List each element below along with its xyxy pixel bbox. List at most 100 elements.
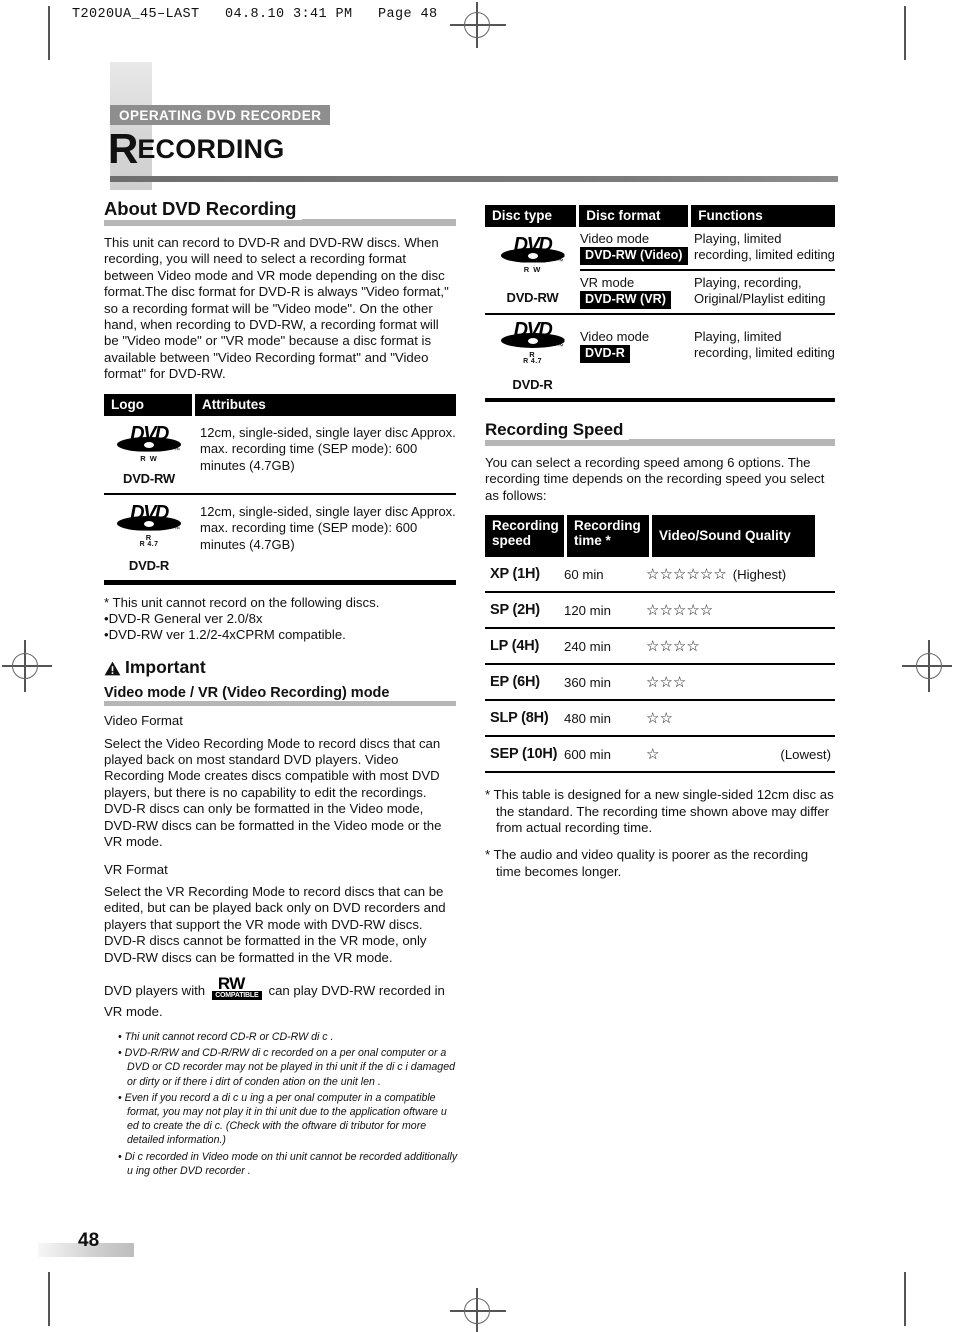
recording-speed-table: Recording speed Recording time * Video/S… [485, 515, 835, 774]
video-sound-quality-cell: ☆☆☆☆☆☆ (Highest) [646, 565, 835, 583]
rw-compatible-icon: RW COMPATIBLE [211, 973, 262, 1002]
registration-mark-left [12, 653, 38, 679]
logo-table-header-row: Logo Attributes [104, 393, 456, 416]
logo-table-bottom-rule [104, 579, 456, 585]
recording-time-cell: 60 min [564, 566, 604, 582]
functions-cell: Playing, limited recording, limited edit… [694, 329, 835, 360]
table-row: XP (1H) 60 min ☆☆☆☆☆☆ (Highest) [485, 557, 835, 594]
trademark-mark: ™ [174, 447, 180, 454]
dvd-logo-sub2: R 4.7 [139, 540, 159, 548]
important-text: Important [125, 657, 206, 678]
mode-label: Video mode [580, 329, 650, 344]
star-rating-icon: ☆☆☆ [646, 674, 687, 692]
table-row: Video mode DVD-RW (Video) Playing, limit… [580, 227, 835, 269]
chapter-dropcap: R [108, 125, 138, 172]
recording-speed-cell: EP (6H) [490, 674, 540, 691]
dvd-rw-logo-cell: DVD ™ R W DVD-RW [485, 227, 580, 313]
functions-column-header: Functions [691, 205, 836, 227]
video-sound-quality-cell: ☆☆☆☆☆ [646, 601, 835, 619]
video-sound-quality-cell: ☆☆☆☆ [646, 637, 835, 655]
dvd-disc-hole [527, 338, 538, 344]
format-badge: DVD-R [580, 345, 630, 363]
page-title: RECORDING [108, 128, 284, 170]
disc-format-column-header: Disc format [579, 205, 689, 227]
list-item: • Thi unit cannot record CD-R or CD-RW d… [118, 1031, 334, 1043]
dvd-disc-icon: DVD ™ R R 4.7 [117, 503, 181, 548]
table-note: * The audio and video quality is poorer … [485, 847, 809, 879]
star-rating-icon: ☆ [646, 746, 660, 764]
crop-mark-bottom-left-v [48, 1272, 50, 1326]
dvd-disc-hole [144, 520, 154, 527]
format-badge: DVD-RW (VR) [580, 291, 671, 309]
disc-type-column-header: Disc type [485, 205, 577, 227]
recording-time-cell: 480 min [564, 710, 611, 726]
star-rating-icon: ☆☆ [646, 710, 673, 728]
disc-format-rows: Video mode DVD-R Playing, limited record… [580, 315, 835, 398]
section-badge: OPERATING DVD RECORDER [110, 105, 331, 125]
dvd-r-logo-cell: DVD ™ R R 4.7 DVD-R [485, 315, 580, 398]
video-vr-mode-subheading: Video mode / VR (Video Recording) mode [104, 685, 456, 707]
logo-caption: DVD-R [128, 557, 170, 573]
file-header-text: T2020UA_45–LAST 04.8.10 3:41 PM Page 48 [72, 7, 438, 22]
dvd-logo-sub2: R 4.7 [523, 358, 542, 365]
video-sound-quality-column-header: Video/Sound Quality [652, 515, 815, 558]
vr-format-body: Select the VR Recording Mode to record d… [104, 883, 446, 965]
table-row: SLP (8H) 480 min ☆☆ [485, 701, 835, 738]
quality-note: (Lowest) [780, 746, 831, 762]
star-rating-icon: ☆☆☆☆ [646, 638, 700, 656]
video-sound-quality-cell: ☆☆ [646, 709, 835, 727]
recording-time-column-header: Recording time * [567, 515, 649, 558]
list-item: •DVD-RW ver 1.2/2-4xCPRM compatible. [104, 627, 346, 643]
table-row: LP (4H) 240 min ☆☆☆☆ [485, 629, 835, 666]
trademark-mark: ™ [557, 344, 564, 350]
rw-logo-bottom: COMPATIBLE [211, 990, 262, 1000]
registration-mark-right [916, 653, 942, 679]
table-row: DVD ™ R R 4.7 DVD-R 12cm, single-sided, … [104, 495, 456, 580]
footnote-block: • Thi unit cannot record CD-R or CD-RW d… [118, 1030, 458, 1180]
recording-speed-cell: SEP (10H) [490, 746, 558, 763]
right-column: Disc type Disc format Functions DVD ™ R … [485, 205, 836, 891]
trademark-mark: ™ [557, 258, 564, 265]
list-item: • Di c recorded in Video mode on thi uni… [118, 1150, 458, 1177]
speed-table-header-row: Recording speed Recording time * Video/S… [485, 515, 835, 558]
recording-speed-cell: LP (4H) [490, 638, 540, 655]
speed-table-body: XP (1H) 60 min ☆☆☆☆☆☆ (Highest) SP (2H) 120 m… [485, 557, 835, 774]
format-badge: DVD-RW (Video) [580, 247, 688, 265]
list-item: •DVD-R General ver 2.0/8x [104, 610, 263, 626]
chapter-title-rest: ECORDING [137, 134, 285, 164]
logo-caption: DVD-R [512, 377, 553, 392]
dvd-r-logo-cell: DVD ™ R R 4.7 DVD-R [104, 503, 194, 573]
crop-mark-bottom-right-v [904, 1272, 906, 1326]
recording-speed-heading: Recording Speed [485, 420, 835, 446]
left-column: About DVD Recording This unit can record… [104, 198, 456, 1033]
logo-column-header: Logo [104, 393, 192, 416]
rw-logo-top: RW [217, 973, 246, 993]
mode-label: VR mode [580, 275, 635, 290]
recording-speed-cell: XP (1H) [490, 566, 540, 583]
table-row: DVD ™ R W DVD-RW 12cm, single-sided, sin… [104, 416, 456, 495]
dvd-disc-icon: DVD ™ R W [500, 235, 565, 273]
table-row: EP (6H) 360 min ☆☆☆ [485, 665, 835, 702]
intro-paragraph: This unit can record to DVD-R and DVD-RW… [104, 235, 449, 382]
attributes-cell: 12cm, single-sided, single layer disc Ap… [200, 503, 456, 552]
video-format-title: Video Format [104, 713, 183, 729]
rw-sentence-before: DVD players with [104, 982, 206, 998]
table-note: * This table is designed for a new singl… [485, 787, 834, 836]
registration-mark-bottom [464, 1298, 490, 1324]
cannot-record-note: * This unit cannot record on the followi… [104, 594, 380, 610]
recording-time-cell: 600 min [564, 746, 611, 762]
video-format-body: Select the Video Recording Mode to recor… [104, 735, 442, 850]
trademark-mark: ™ [174, 526, 180, 533]
registration-mark-top [464, 12, 490, 38]
disc-type-table: Disc type Disc format Functions DVD ™ R … [485, 205, 836, 402]
disc-format-rows: Video mode DVD-RW (Video) Playing, limit… [580, 227, 835, 313]
attributes-cell: 12cm, single-sided, single layer disc Ap… [200, 424, 456, 473]
recording-time-cell: 120 min [564, 602, 611, 618]
title-divider [110, 176, 838, 182]
logo-caption: DVD-RW [123, 470, 175, 486]
functions-cell: Playing, limited recording, limited edit… [694, 231, 835, 262]
warning-triangle-icon [104, 660, 121, 676]
table-row: DVD ™ R R 4.7 DVD-R Video mode DVD-R Pla… [485, 315, 835, 398]
attributes-column-header: Attributes [195, 393, 456, 416]
logo-caption: DVD-RW [506, 289, 559, 305]
